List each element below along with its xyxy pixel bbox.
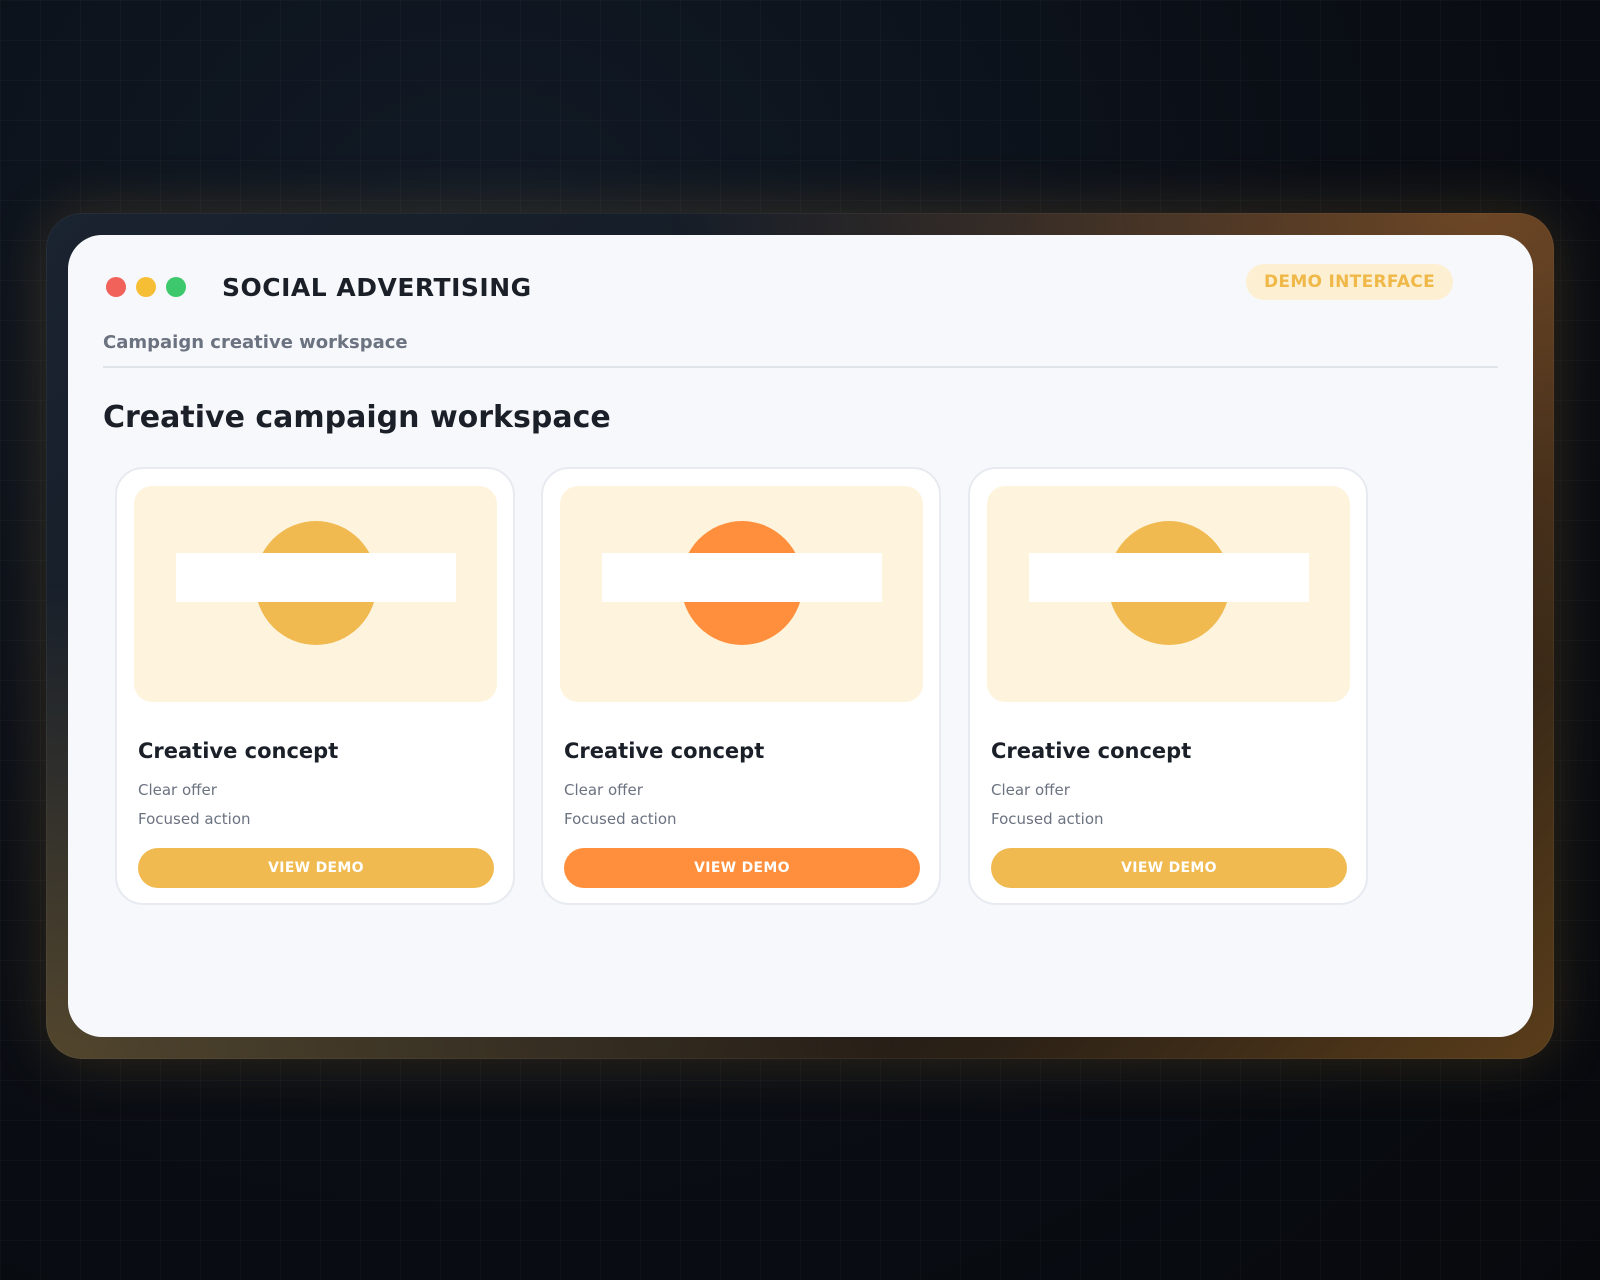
creative-card-1: Creative concept Clear offer Focused act… xyxy=(115,467,515,905)
view-demo-button[interactable]: VIEW DEMO xyxy=(564,848,920,888)
card-title: Creative concept xyxy=(564,739,765,763)
minimize-window-button[interactable] xyxy=(136,277,156,297)
thumbnail-banner-shape xyxy=(176,553,456,602)
view-demo-button[interactable]: VIEW DEMO xyxy=(138,848,494,888)
window-controls xyxy=(106,277,186,297)
close-window-button[interactable] xyxy=(106,277,126,297)
creative-thumbnail xyxy=(134,486,497,702)
card-detail-action: Focused action xyxy=(564,810,677,828)
thumbnail-banner-shape xyxy=(1029,553,1309,602)
page-subtitle: Campaign creative workspace xyxy=(103,332,408,353)
page-title: Creative campaign workspace xyxy=(103,400,611,435)
card-detail-offer: Clear offer xyxy=(991,781,1070,799)
creative-thumbnail xyxy=(987,486,1350,702)
card-detail-offer: Clear offer xyxy=(138,781,217,799)
app-window: SOCIAL ADVERTISING DEMO INTERFACE Campai… xyxy=(68,235,1533,1037)
maximize-window-button[interactable] xyxy=(166,277,186,297)
creative-card-2: Creative concept Clear offer Focused act… xyxy=(541,467,941,905)
card-detail-action: Focused action xyxy=(991,810,1104,828)
card-detail-offer: Clear offer xyxy=(564,781,643,799)
view-demo-button[interactable]: VIEW DEMO xyxy=(991,848,1347,888)
card-detail-action: Focused action xyxy=(138,810,251,828)
card-title: Creative concept xyxy=(138,739,339,763)
card-title: Creative concept xyxy=(991,739,1192,763)
creative-thumbnail xyxy=(560,486,923,702)
header-divider xyxy=(103,366,1498,368)
creative-card-3: Creative concept Clear offer Focused act… xyxy=(968,467,1368,905)
demo-badge: DEMO INTERFACE xyxy=(1246,264,1453,300)
thumbnail-banner-shape xyxy=(602,553,882,602)
app-title: SOCIAL ADVERTISING xyxy=(222,272,532,302)
